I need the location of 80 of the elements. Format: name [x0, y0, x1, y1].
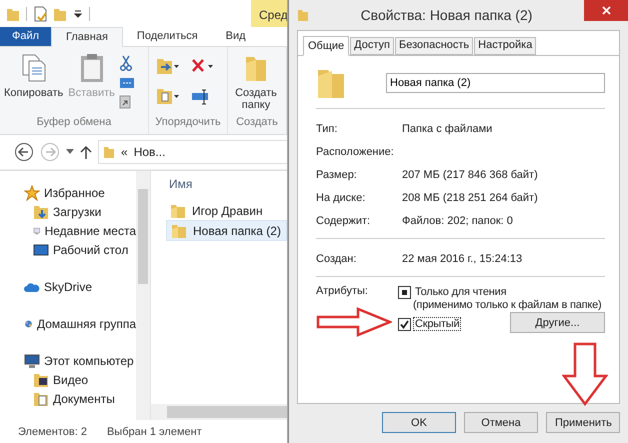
group-label: Буфер обмена: [36, 116, 112, 130]
copy-folder-icon[interactable]: [156, 87, 180, 105]
nav-item[interactable]: Избранное: [0, 183, 136, 202]
scrollbar[interactable]: [136, 171, 150, 420]
folder-icon: [103, 145, 115, 159]
download-folder-icon: [33, 204, 49, 220]
checkbox-label[interactable]: Только для чтения: [412, 285, 602, 299]
close-button[interactable]: [584, 0, 628, 21]
document-icon[interactable]: [33, 6, 47, 22]
dialog-button[interactable]: Применить: [546, 412, 620, 433]
copy-button[interactable]: Копировать: [3, 53, 64, 99]
property-label: Содержит:: [316, 214, 372, 226]
file-tab[interactable]: Файл: [0, 27, 52, 46]
up-arrow-icon[interactable]: [80, 145, 92, 159]
ribbon-tab[interactable]: Главная: [51, 27, 123, 47]
tab[interactable]: Доступ: [350, 37, 394, 55]
breadcrumb-item[interactable]: Нов...: [134, 145, 166, 159]
folder-icon: [171, 222, 187, 238]
tab[interactable]: Настройка: [474, 37, 536, 55]
nav-item[interactable]: Загрузки: [0, 202, 136, 221]
name-field[interactable]: Новая папка (2): [386, 73, 605, 93]
shortcut-icon[interactable]: [118, 95, 131, 109]
breadcrumb-separator[interactable]: «: [121, 145, 128, 159]
property-value: 22 мая 2016 г., 15:24:13: [402, 252, 522, 264]
star-icon: [24, 184, 40, 200]
folder-icon: [297, 8, 309, 22]
documents-folder-icon: [33, 390, 49, 406]
arrow-drawing: [562, 342, 608, 406]
column-header[interactable]: Имя: [166, 171, 287, 201]
property-value: 208 МБ (218 251 264 байт): [402, 192, 538, 204]
advanced-button[interactable]: Другие...: [510, 312, 605, 333]
property-label: Размер:: [316, 168, 358, 180]
property-value: 207 МБ (217 846 368 байт): [402, 168, 538, 180]
property-value: Папка с файлами: [402, 122, 492, 134]
dropdown-icon[interactable]: [66, 149, 74, 155]
dialog-button[interactable]: Отмена: [464, 412, 538, 433]
computer-icon: [24, 352, 40, 368]
group-label: Упорядочить: [154, 116, 222, 130]
property-label: Создан:: [316, 252, 358, 264]
video-folder-icon: [33, 372, 49, 388]
checkbox-label[interactable]: Скрытый: [412, 317, 462, 331]
copy-path-icon[interactable]: [118, 77, 135, 89]
close-icon: [602, 6, 610, 15]
back-icon[interactable]: [14, 142, 34, 162]
ribbon-tab[interactable]: Поделиться: [122, 27, 212, 46]
address-bar[interactable]: « Нов...: [98, 140, 287, 164]
nav-item[interactable]: Недавние места: [0, 221, 136, 240]
property-label: Атрибуты:: [316, 285, 368, 297]
ribbon-tab[interactable]: Вид: [212, 27, 260, 46]
nav-item[interactable]: SkyDrive: [0, 277, 136, 296]
property-value: Файлов: 202; папок: 0: [402, 214, 513, 226]
tab[interactable]: Безопасность: [394, 37, 474, 55]
property-label: На диске:: [316, 192, 366, 204]
dropdown-icon[interactable]: [73, 8, 83, 18]
folder-item[interactable]: Новая папка (2): [166, 220, 287, 241]
clipboard-icon: [78, 53, 105, 83]
checkbox[interactable]: [398, 318, 411, 331]
scissors-icon[interactable]: [118, 55, 133, 71]
move-folder-icon[interactable]: [156, 57, 180, 75]
status-text: Выбран 1 элемент: [106, 426, 202, 438]
folder-icon: [170, 202, 186, 218]
property-label: Тип:: [316, 122, 338, 134]
nav-item[interactable]: Видео: [0, 370, 136, 389]
checkbox[interactable]: [398, 286, 411, 299]
property-label: Расположение:: [316, 146, 395, 158]
group-label: Создать: [235, 116, 279, 130]
checkbox-note: (применимо только к файлам в папке): [412, 299, 602, 311]
copy-icon: [20, 53, 47, 83]
new-folder-button[interactable]: Создать папку: [231, 53, 281, 112]
scrollbar[interactable]: [151, 404, 287, 420]
nav-item[interactable]: Этот компьютер: [0, 351, 136, 370]
folder-item[interactable]: Игор Дравин: [166, 201, 287, 220]
dialog-button[interactable]: OK: [382, 412, 456, 433]
nav-item[interactable]: Документы: [0, 389, 136, 408]
window-title: Свойства: Новая папка (2): [360, 7, 534, 23]
desktop-icon: [33, 242, 49, 258]
status-text: Элементов: 2: [18, 426, 87, 438]
nav-item[interactable]: Рабочий стол: [0, 240, 136, 259]
nav-item[interactable]: Домашняя группа: [0, 314, 136, 333]
tab[interactable]: Общие: [303, 36, 350, 56]
